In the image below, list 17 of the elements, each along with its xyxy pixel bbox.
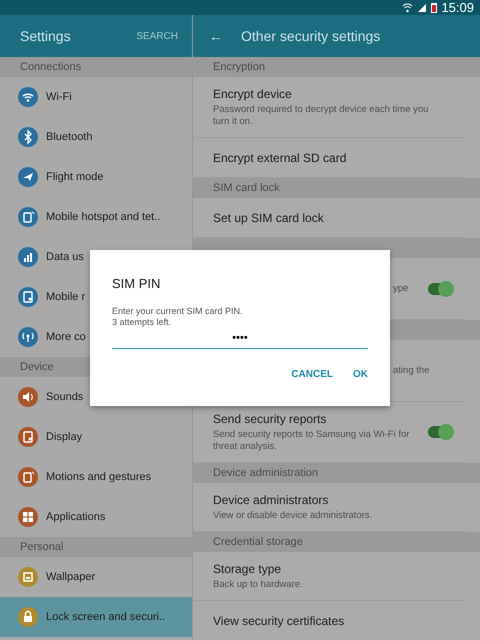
dialog-message: Enter your current SIM card PIN. 3 attempts left. (112, 306, 244, 328)
section-header: Device administration (193, 463, 480, 483)
app-title: Settings (19, 28, 72, 44)
setting-description: ype (393, 282, 410, 294)
setting-description: Password required to decrypt device each time you turn it on. (213, 104, 430, 128)
setting-description: ating the (393, 364, 430, 376)
section-header: Connections (0, 57, 192, 77)
setting-description: Send security reports to Samsung via Wi-Fi for threat analysis. (213, 429, 410, 453)
setting-description: Back up to hardware. (213, 579, 304, 591)
section-header: SIM card lock (193, 178, 480, 198)
page-title: Other security settings (240, 28, 380, 44)
section-header: Encryption (193, 57, 480, 77)
setting-description: View or disable device administrators. (213, 510, 374, 522)
section-header: Personal (0, 537, 192, 557)
section-header: Credential storage (193, 532, 480, 552)
clock: 15:09 (441, 0, 474, 15)
dialog-title: SIM PIN (112, 276, 162, 291)
